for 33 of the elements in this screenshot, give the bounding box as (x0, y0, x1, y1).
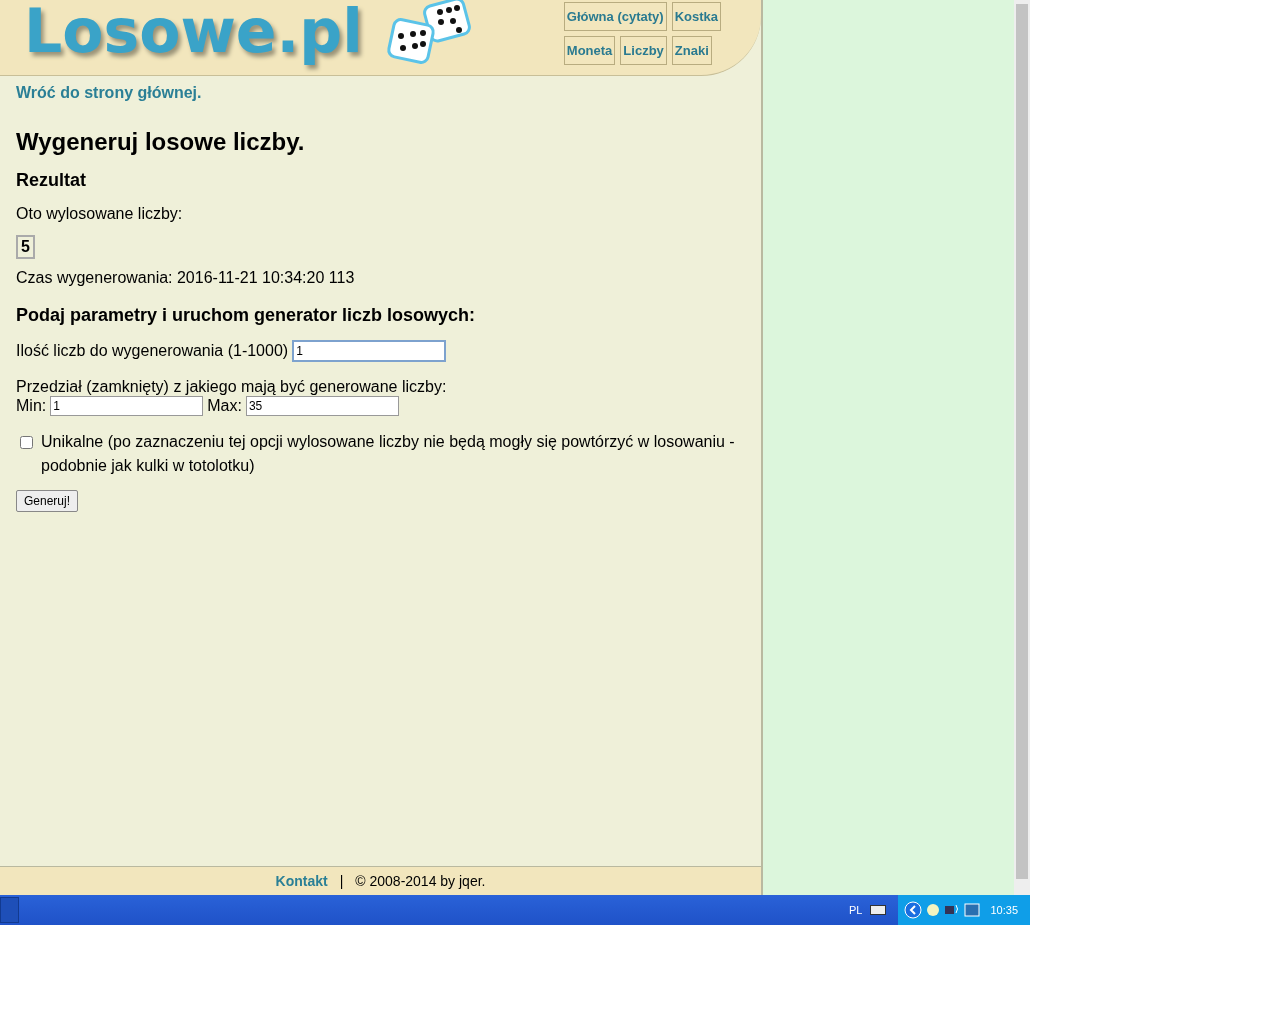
nav-link[interactable]: Kostka (671, 2, 721, 31)
scrollbar[interactable] (1014, 0, 1030, 895)
range-label: Przedział (zamknięty) z jakiego mają być generowane liczby: (16, 378, 447, 395)
form-heading: Podaj parametry i uruchom generator liczb losowych: (16, 305, 477, 326)
unique-label: Unikalne (po zaznaczeniu tej opcji wylosowane liczby nie będą mogły się powtórzyć w losowaniu - podobnie jak kulki w totolotku) (41, 432, 736, 476)
nav-link[interactable]: Główna (cytaty) (563, 2, 667, 31)
site-logo: Losowe.pl (24, 0, 363, 63)
count-label: Ilość liczb do wygenerowania (1-1000) (16, 342, 289, 360)
min-label: Min: (16, 397, 47, 415)
nav-link[interactable]: Znaki (671, 36, 712, 65)
generation-time: Czas wygenerowania: 2016-11-21 10:34:20 113 (16, 269, 356, 287)
tray-icon[interactable] (926, 903, 941, 917)
count-input[interactable]: 1 (292, 340, 447, 362)
back-link[interactable]: Wróć do strony głównej. (16, 84, 202, 101)
language-indicator[interactable]: PL (849, 904, 863, 916)
nav-link[interactable]: Moneta (563, 36, 616, 65)
keyboard-icon (870, 905, 887, 915)
nav-link[interactable]: Liczby (620, 36, 667, 65)
max-input[interactable]: 35 (245, 396, 399, 416)
max-label: Max: (207, 397, 242, 415)
contact-link[interactable]: Kontakt (275, 873, 328, 889)
start-button[interactable] (0, 897, 19, 923)
result-label: Oto wylosowane liczby: (16, 205, 184, 223)
unique-checkbox[interactable] (20, 436, 33, 449)
clock: 10:35 (990, 904, 1018, 916)
min-input[interactable]: 1 (50, 396, 204, 416)
result-heading: Rezultat (16, 170, 87, 191)
page-title: Wygeneruj losowe liczby. (16, 128, 306, 156)
copyright: © 2008-2014 by jqer. (355, 873, 486, 889)
chevron-icon[interactable] (904, 901, 923, 919)
separator: | (339, 873, 344, 889)
generate-button[interactable]: Generuj! (16, 490, 79, 512)
result-number: 5 (16, 235, 35, 259)
